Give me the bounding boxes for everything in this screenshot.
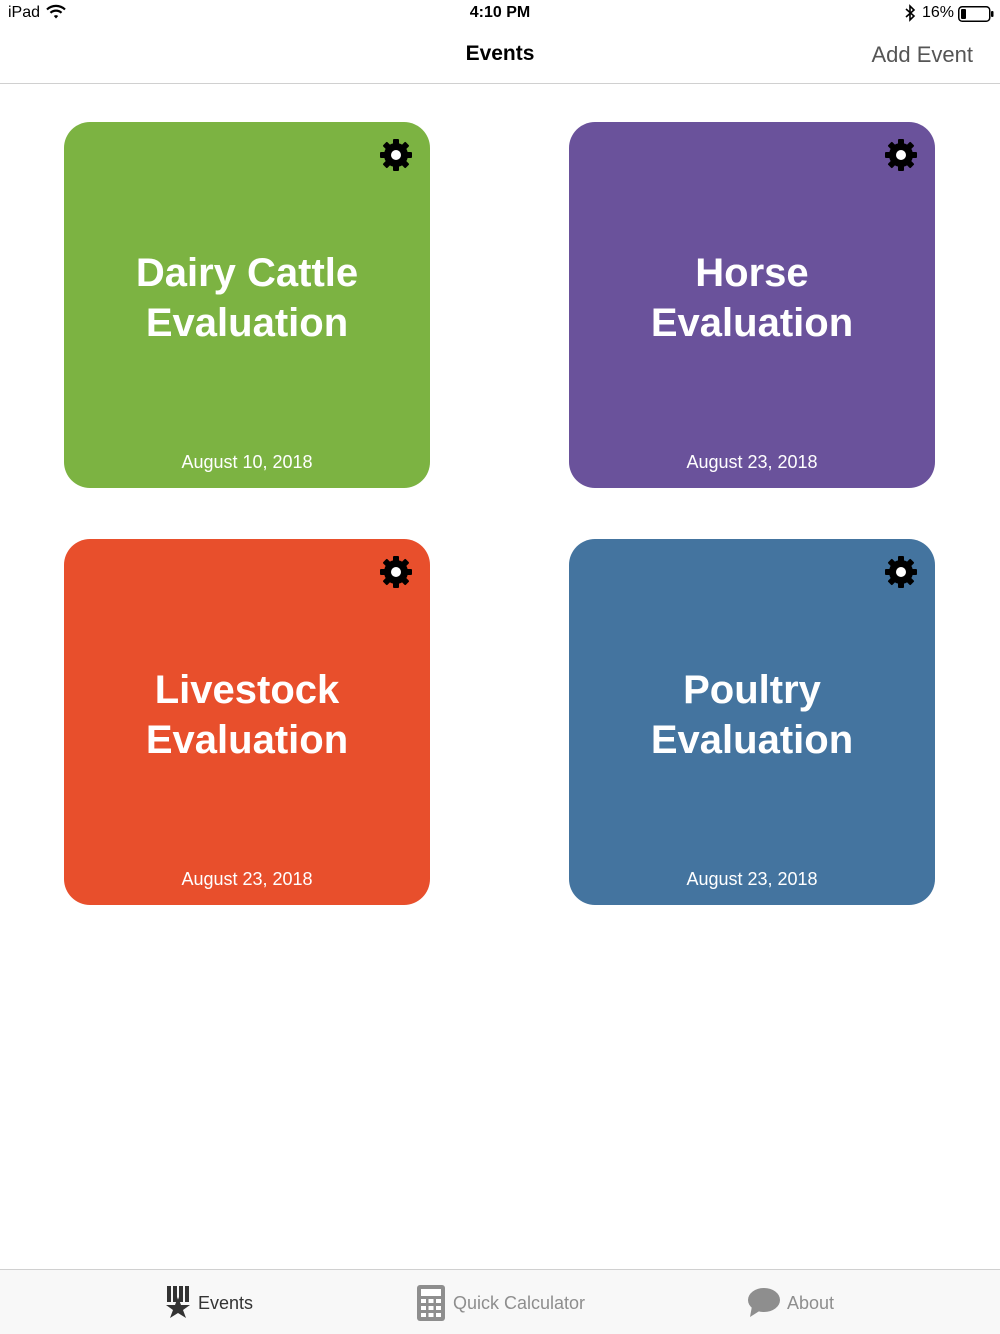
event-date: August 23, 2018: [686, 869, 818, 889]
status-bar: iPad 4:10 PM 16%: [0, 0, 1000, 28]
event-title-line2: Evaluation: [145, 301, 349, 345]
event-title: Livestock Evaluation: [64, 665, 430, 765]
gear-icon[interactable]: [379, 555, 413, 589]
add-event-button[interactable]: Add Event: [871, 42, 973, 68]
gear-icon[interactable]: [884, 138, 918, 172]
tab-bar: Events Quick Calculator About: [0, 1269, 1000, 1334]
event-title: Dairy Cattle Evaluation: [64, 248, 430, 348]
gear-icon[interactable]: [884, 555, 918, 589]
event-date: August 23, 2018: [686, 452, 818, 472]
ribbon-star-icon: [166, 1286, 190, 1318]
tab-label: Events: [198, 1293, 254, 1313]
event-card-dairy-cattle[interactable]: Dairy Cattle Evaluation August 10, 2018: [64, 122, 430, 488]
tab-quick-calculator[interactable]: Quick Calculator: [414, 1270, 594, 1334]
tab-about[interactable]: About: [746, 1270, 846, 1334]
event-title-line1: Livestock: [154, 668, 340, 712]
page-title: Events: [465, 42, 535, 65]
event-card-horse[interactable]: Horse Evaluation August 23, 2018: [569, 122, 935, 488]
battery-percent: 16%: [922, 4, 955, 21]
event-title-line1: Dairy Cattle: [135, 251, 359, 295]
tab-label: About: [787, 1293, 835, 1313]
event-title-line2: Evaluation: [145, 718, 349, 762]
event-date: August 23, 2018: [181, 869, 313, 889]
status-time: 4:10 PM: [469, 4, 531, 21]
tab-label: Quick Calculator: [453, 1293, 586, 1313]
tab-events[interactable]: Events: [160, 1270, 270, 1334]
event-title-line1: Horse: [695, 251, 809, 295]
bluetooth-icon: [905, 4, 916, 22]
event-title: Horse Evaluation: [569, 248, 935, 348]
navigation-bar: Events Add Event: [0, 28, 1000, 84]
calculator-icon: [417, 1285, 445, 1321]
gear-icon[interactable]: [379, 138, 413, 172]
event-title-line2: Evaluation: [650, 718, 854, 762]
event-date: August 10, 2018: [181, 452, 313, 472]
event-title-line1: Poultry: [683, 668, 821, 712]
events-screen: iPad 4:10 PM 16% Events Add Event Dairy …: [0, 0, 1000, 1334]
event-title-line2: Evaluation: [650, 301, 854, 345]
event-card-poultry[interactable]: Poultry Evaluation August 23, 2018: [569, 539, 935, 905]
event-title: Poultry Evaluation: [569, 665, 935, 765]
speech-bubble-icon: [748, 1288, 780, 1317]
event-card-livestock[interactable]: Livestock Evaluation August 23, 2018: [64, 539, 430, 905]
battery-icon: [958, 6, 994, 22]
